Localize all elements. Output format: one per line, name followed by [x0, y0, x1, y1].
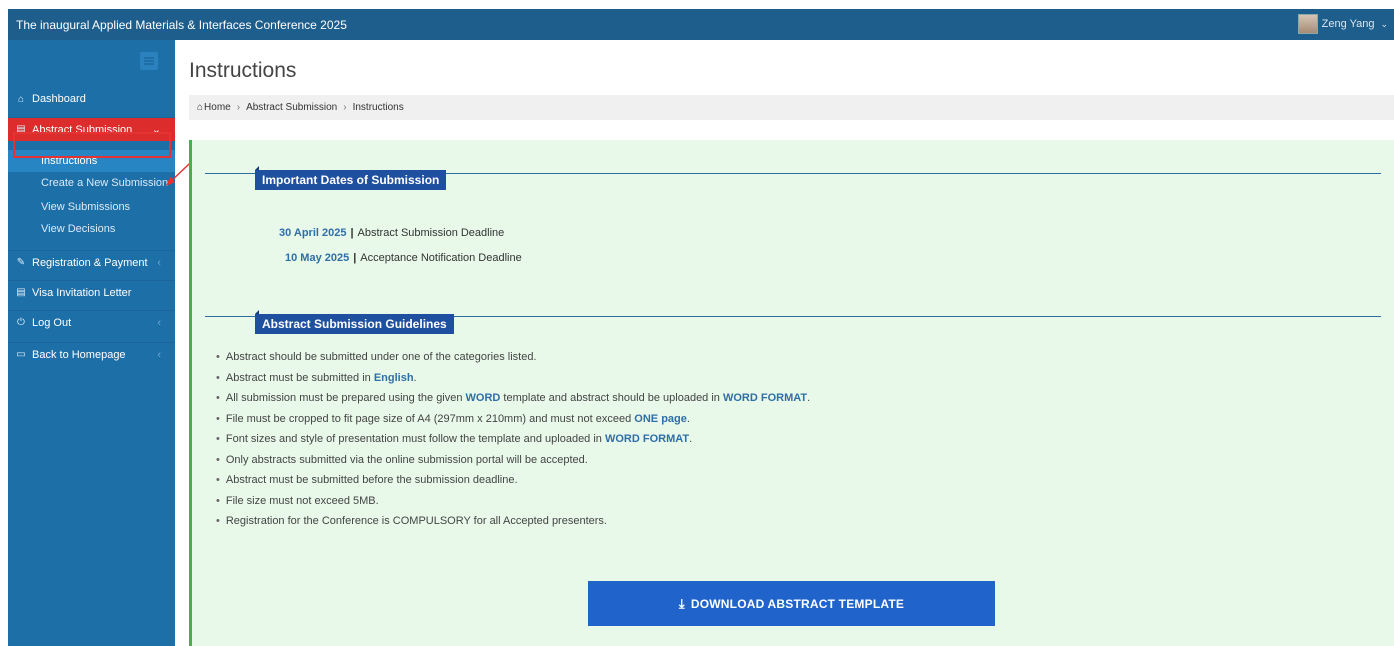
sidebar-item-visa-letter[interactable]: ▤ Visa Invitation Letter — [8, 280, 175, 304]
date-value: 10 May 2025 — [285, 252, 350, 264]
submenu-item-label: View Submissions — [41, 201, 131, 213]
list-item: Registration for the Conference is COMPU… — [216, 511, 810, 532]
sidebar-item-label: Back to Homepage — [32, 348, 126, 361]
sidebar-item-label: Dashboard — [32, 93, 86, 105]
sidebar-toggle-icon[interactable] — [140, 52, 158, 70]
instructions-panel: Important Dates of Submission 30 April 2… — [189, 140, 1394, 646]
guidelines-list: Abstract should be submitted under one o… — [216, 347, 810, 532]
home-icon[interactable]: ⌂ — [197, 102, 203, 113]
sidebar-item-log-out[interactable]: ⏻ Log Out ‹ — [8, 310, 175, 334]
download-template-button[interactable]: ⤓ DOWNLOAD ABSTRACT TEMPLATE — [588, 581, 995, 626]
home-icon: ⌂ — [17, 93, 25, 105]
chevron-left-icon: ‹ — [157, 316, 161, 329]
breadcrumb: ⌂ Home › Abstract Submission › Instructi… — [189, 95, 1394, 120]
breadcrumb-home[interactable]: Home — [204, 102, 231, 113]
list-item: Only abstracts submitted via the online … — [216, 450, 810, 471]
submenu-item-label: View Decisions — [41, 223, 116, 235]
top-header: The inaugural Applied Materials & Interf… — [8, 9, 1394, 40]
breadcrumb-separator-icon: › — [236, 102, 241, 113]
breadcrumb-abstract-submission[interactable]: Abstract Submission — [246, 102, 337, 113]
sidebar-item-back-homepage[interactable]: ▭ Back to Homepage ‹ — [8, 342, 175, 366]
download-icon: ⤓ — [678, 595, 685, 611]
list-item: All submission must be prepared using th… — [216, 388, 810, 409]
date-label: Abstract Submission Deadline — [357, 227, 505, 239]
annotation-highlight-box — [13, 132, 171, 158]
chevron-left-icon: ‹ — [157, 256, 161, 269]
date-label: Acceptance Notification Deadline — [360, 252, 522, 264]
sidebar-item-label: Registration & Payment — [32, 256, 148, 269]
submenu-item-create-submission[interactable]: Create a New Submission — [8, 172, 175, 194]
dates-section-title: Important Dates of Submission — [255, 166, 447, 190]
list-item: Font sizes and style of presentation mus… — [216, 429, 810, 450]
edit-icon: ✎ — [16, 257, 26, 268]
submenu-item-view-decisions[interactable]: View Decisions — [8, 218, 175, 240]
user-name[interactable]: Zeng Yang — [1322, 18, 1375, 30]
chevron-left-icon: ‹ — [157, 348, 161, 361]
sidebar-item-dashboard[interactable]: ⌂ Dashboard — [8, 87, 175, 111]
sidebar-item-registration-payment[interactable]: ✎ Registration & Payment ‹ — [8, 250, 175, 274]
list-item: Abstract must be submitted before the su… — [216, 470, 810, 491]
chevron-down-icon[interactable]: ⌄ — [1380, 19, 1388, 30]
breadcrumb-instructions: Instructions — [352, 102, 404, 113]
date-value: 30 April 2025 — [279, 227, 347, 239]
page-title: Instructions — [189, 59, 297, 82]
monitor-icon: ▭ — [16, 349, 26, 360]
submenu-item-view-submissions[interactable]: View Submissions — [8, 196, 175, 218]
sidebar-item-label: Log Out — [32, 316, 72, 329]
date-row: 10 May 2025 | Acceptance Notification Dead… — [285, 252, 522, 264]
user-menu[interactable]: Zeng Yang ⌄ — [1297, 14, 1388, 34]
download-button-label: DOWNLOAD ABSTRACT TEMPLATE — [690, 596, 905, 611]
app-title: The inaugural Applied Materials & Interf… — [16, 18, 347, 32]
list-item: Abstract should be submitted under one o… — [216, 347, 810, 368]
breadcrumb-separator-icon: › — [343, 102, 347, 113]
list-item: Abstract must be submitted in English. — [216, 368, 810, 389]
document-icon: ▤ — [16, 287, 26, 298]
power-icon: ⏻ — [17, 317, 25, 328]
avatar[interactable] — [1297, 14, 1318, 34]
sidebar: ⌂ Dashboard ▤ Abstract Submission ⌄ Inst… — [8, 40, 183, 646]
main-content: Instructions ⌂ Home › Abstract Submissio… — [175, 40, 1394, 646]
date-row: 30 April 2025 | Abstract Submission Deadli… — [279, 227, 505, 239]
list-item: File size must not exceed 5MB. — [216, 491, 810, 512]
submenu-item-label: Create a New Submission — [41, 177, 169, 189]
sidebar-item-label: Visa Invitation Letter — [32, 286, 132, 299]
guidelines-section-title: Abstract Submission Guidelines — [255, 310, 454, 334]
list-item: File must be cropped to fit page size of… — [216, 409, 810, 430]
